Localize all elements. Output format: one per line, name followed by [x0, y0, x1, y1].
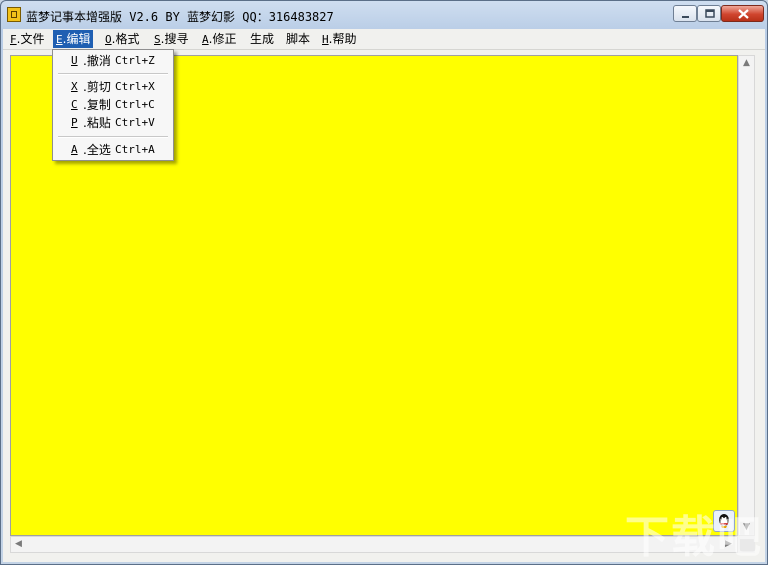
main-window: 蓝梦记事本增强版 V2.6 BY 蓝梦幻影 QQ：316483827 F.文件 …	[0, 0, 768, 565]
menu-format[interactable]: O.格式	[102, 30, 142, 48]
menu-label: 生成	[250, 32, 275, 46]
menu-accelerator: F	[10, 33, 17, 46]
menu-generate[interactable]: 生成	[247, 30, 277, 48]
menu-label: .修正	[208, 32, 237, 46]
menu-accelerator: U	[71, 54, 78, 67]
close-button[interactable]	[721, 5, 764, 22]
menu-item-label: .剪切	[83, 80, 111, 94]
menu-item-shortcut: Ctrl+Z	[115, 54, 155, 67]
menu-separator	[58, 73, 168, 75]
menu-item-shortcut: Ctrl+C	[115, 98, 155, 111]
menu-file[interactable]: F.文件	[7, 30, 47, 48]
menu-item-copy[interactable]: C .复制 Ctrl+C	[53, 96, 173, 114]
menu-accelerator: X	[71, 80, 78, 93]
menu-item-cut[interactable]: X .剪切 Ctrl+X	[53, 78, 173, 96]
menu-accelerator: O	[105, 33, 112, 46]
menu-item-shortcut: Ctrl+X	[115, 80, 155, 93]
scroll-left-icon[interactable]: ◀	[15, 540, 22, 549]
maximize-button[interactable]	[697, 5, 721, 22]
menu-item-shortcut: Ctrl+V	[115, 116, 155, 129]
vertical-scrollbar[interactable]: ▲ ▼	[738, 55, 755, 536]
menu-label: .格式	[111, 32, 140, 46]
menu-item-label: .粘贴	[83, 116, 111, 130]
app-icon[interactable]	[7, 7, 21, 22]
menu-accelerator: E	[56, 33, 63, 46]
scroll-up-icon[interactable]: ▲	[743, 59, 750, 68]
menu-search[interactable]: S.搜寻	[151, 30, 191, 48]
menu-item-paste[interactable]: P .粘贴 Ctrl+V	[53, 114, 173, 132]
menu-label: 脚本	[286, 32, 311, 46]
watermark: 下载吧	[625, 512, 763, 563]
menu-item-label: .复制	[83, 98, 111, 112]
menu-label: .搜寻	[160, 32, 189, 46]
menu-label: .文件	[16, 32, 45, 46]
menu-item-undo[interactable]: U .撤消 Ctrl+Z	[53, 52, 173, 70]
menu-item-select-all[interactable]: A .全选 Ctrl+A	[53, 141, 173, 159]
menu-item-label: .全选	[83, 143, 111, 157]
menu-accelerator: A	[202, 33, 209, 46]
menu-accelerator: C	[71, 98, 78, 111]
menu-item-shortcut: Ctrl+A	[115, 143, 155, 156]
menu-label: .编辑	[62, 32, 91, 46]
minimize-icon	[682, 16, 689, 18]
title-bar[interactable]: 蓝梦记事本增强版 V2.6 BY 蓝梦幻影 QQ：316483827	[1, 1, 767, 29]
menu-accelerator: S	[154, 33, 161, 46]
menu-accelerator: P	[71, 116, 78, 129]
menu-script[interactable]: 脚本	[283, 30, 313, 48]
close-icon	[738, 9, 749, 19]
window-title: 蓝梦记事本增强版 V2.6 BY 蓝梦幻影 QQ：316483827	[26, 10, 334, 24]
menu-bar: F.文件 E.编辑 O.格式 S.搜寻 A.修正 生成 脚本 H.帮助	[3, 29, 765, 50]
menu-label: .帮助	[328, 32, 357, 46]
menu-correct[interactable]: A.修正	[199, 30, 239, 48]
restore-icon	[705, 9, 715, 18]
menu-accelerator: A	[71, 143, 78, 156]
menu-accelerator: H	[322, 33, 329, 46]
minimize-button[interactable]	[673, 5, 697, 22]
menu-item-label: .撤消	[83, 54, 111, 68]
menu-separator	[58, 136, 168, 138]
edit-dropdown-menu: U .撤消 Ctrl+Z X .剪切 Ctrl+X C .复制 Ctrl+C P…	[52, 49, 174, 161]
menu-help[interactable]: H.帮助	[319, 30, 359, 48]
menu-edit[interactable]: E.编辑	[53, 30, 94, 48]
